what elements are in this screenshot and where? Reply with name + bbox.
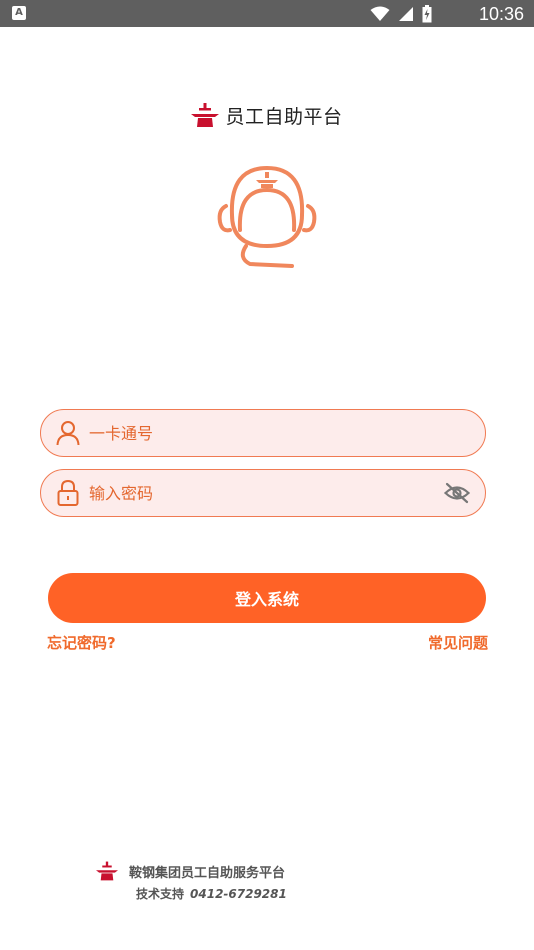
footer-support: 技术支持 0412-6729281 bbox=[136, 885, 287, 902]
login-screen: A 10:36 员工自助平台 一卡通号 登入系统 忘记密码? 常见问题 鞍钢集团… bbox=[0, 0, 534, 950]
app-title: 员工自助平台 bbox=[225, 105, 343, 128]
login-button[interactable]: 登入系统 bbox=[48, 573, 486, 623]
forgot-password-link[interactable]: 忘记密码? bbox=[47, 632, 116, 653]
footer: 鞍钢集团员工自助服务平台 技术支持 0412-6729281 bbox=[96, 858, 396, 904]
support-label: 技术支持 bbox=[136, 887, 185, 901]
card-number-input[interactable] bbox=[87, 412, 485, 454]
footer-org-name: 鞍钢集团员工自助服务平台 bbox=[129, 866, 286, 881]
faq-link[interactable]: 常见问题 bbox=[428, 632, 488, 653]
helmet-mascot-icon bbox=[217, 166, 317, 268]
password-field[interactable] bbox=[40, 469, 486, 517]
brand-header: 员工自助平台 bbox=[0, 100, 534, 130]
card-number-field[interactable] bbox=[40, 409, 486, 457]
support-phone: 0412-6729281 bbox=[190, 887, 287, 901]
signal-icon bbox=[399, 7, 413, 21]
status-icons bbox=[370, 5, 432, 23]
battery-icon bbox=[422, 5, 432, 23]
password-input[interactable] bbox=[87, 472, 443, 514]
company-logo-icon bbox=[96, 861, 118, 881]
wifi-icon bbox=[370, 6, 390, 21]
user-icon bbox=[55, 420, 81, 446]
status-bar: A 10:36 bbox=[0, 0, 534, 27]
toggle-visibility-eye-off-icon[interactable] bbox=[443, 479, 471, 507]
company-logo-icon bbox=[191, 103, 220, 127]
notification-icon: A bbox=[12, 6, 26, 20]
lock-icon bbox=[55, 480, 81, 506]
status-time: 10:36 bbox=[478, 4, 524, 24]
